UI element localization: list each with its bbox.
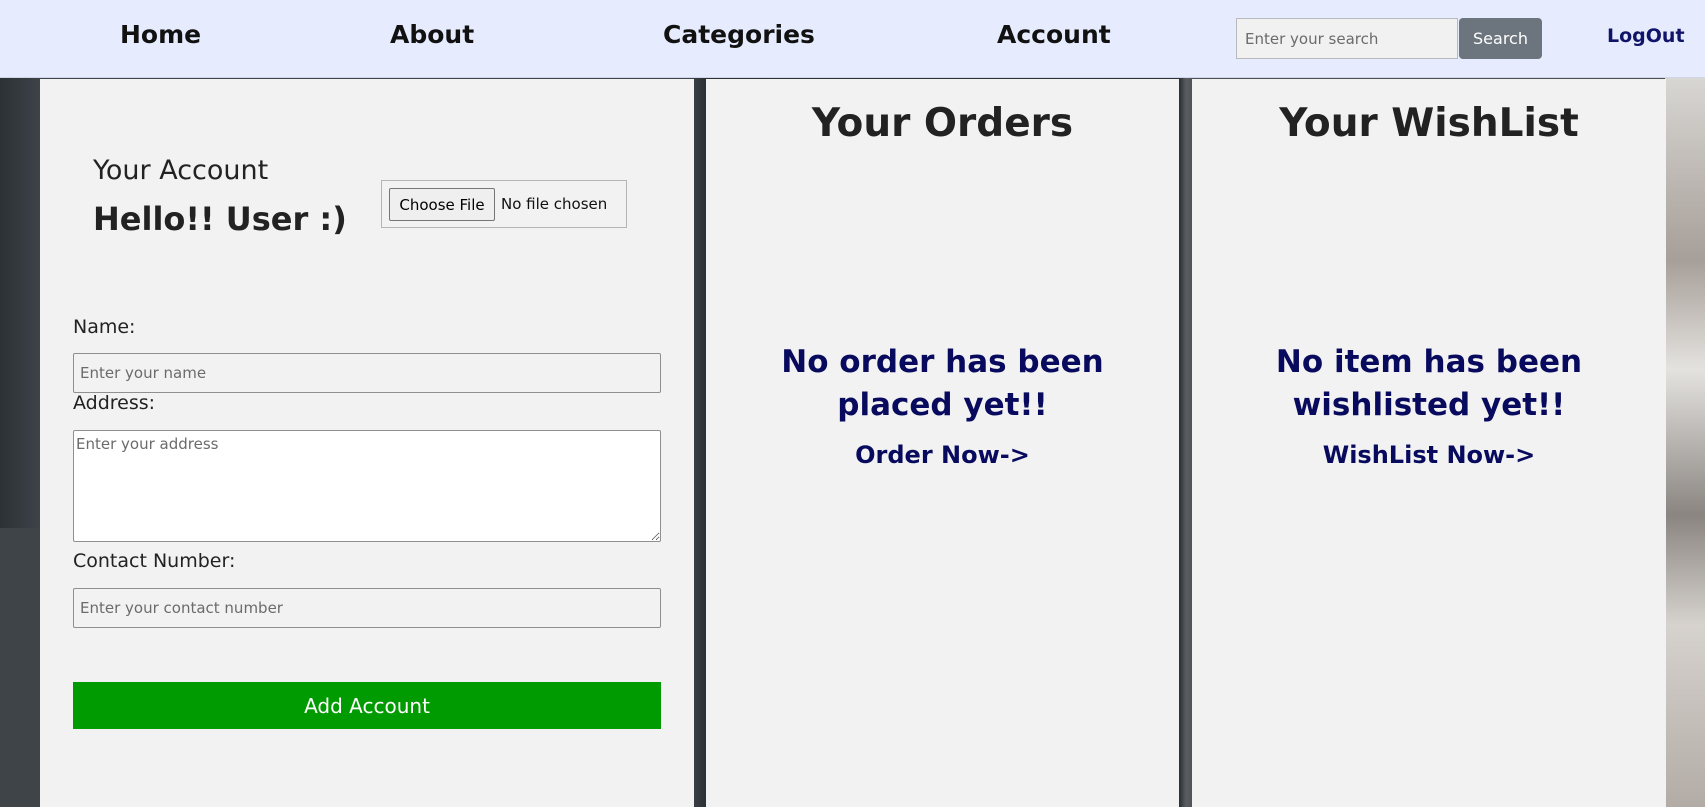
wishlist-heading: Your WishList [1279,101,1579,146]
contact-label: Contact Number: [73,550,236,572]
account-title: Your Account [93,155,269,186]
account-greeting: Hello!! User :) [93,200,347,238]
name-label: Name: [73,316,136,338]
search-input[interactable] [1236,18,1458,59]
file-status: No file chosen [501,195,608,213]
wishlist-now-link[interactable]: WishList Now-> [1192,441,1666,469]
nav-home-link[interactable]: Home [120,20,201,49]
top-navbar: Home About Categories Account Search Log… [0,0,1705,78]
choose-file-button[interactable]: Choose File [389,188,495,221]
address-label: Address: [73,392,156,414]
background-image-strip [1665,78,1705,807]
background-shade [0,528,40,807]
order-now-link[interactable]: Order Now-> [706,441,1179,469]
orders-empty-message: No order has been placed yet!! [706,341,1179,427]
nav-categories-link[interactable]: Categories [663,20,815,49]
contact-number-input[interactable] [73,588,661,628]
wishlist-empty-line-2: wishlisted yet!! [1292,387,1566,423]
nav-account-link[interactable]: Account [997,20,1111,49]
add-account-button[interactable]: Add Account [73,682,661,729]
orders-empty-line-1: No order has been [781,344,1104,380]
name-input[interactable] [73,353,661,393]
orders-panel: Your Orders No order has been placed yet… [706,79,1179,807]
logout-link[interactable]: LogOut [1607,25,1685,47]
orders-empty-line-2: placed yet!! [837,387,1048,423]
search-button[interactable]: Search [1459,18,1542,59]
orders-heading: Your Orders [811,101,1074,146]
address-textarea[interactable] [73,430,661,542]
nav-about-link[interactable]: About [390,20,474,49]
file-upload: Choose File No file chosen [381,180,627,228]
wishlist-panel: Your WishList No item has been wishliste… [1192,79,1666,807]
wishlist-empty-message: No item has been wishlisted yet!! [1192,341,1666,427]
account-panel: Your Account Hello!! User :) Choose File… [40,79,694,807]
wishlist-empty-line-1: No item has been [1275,344,1583,380]
